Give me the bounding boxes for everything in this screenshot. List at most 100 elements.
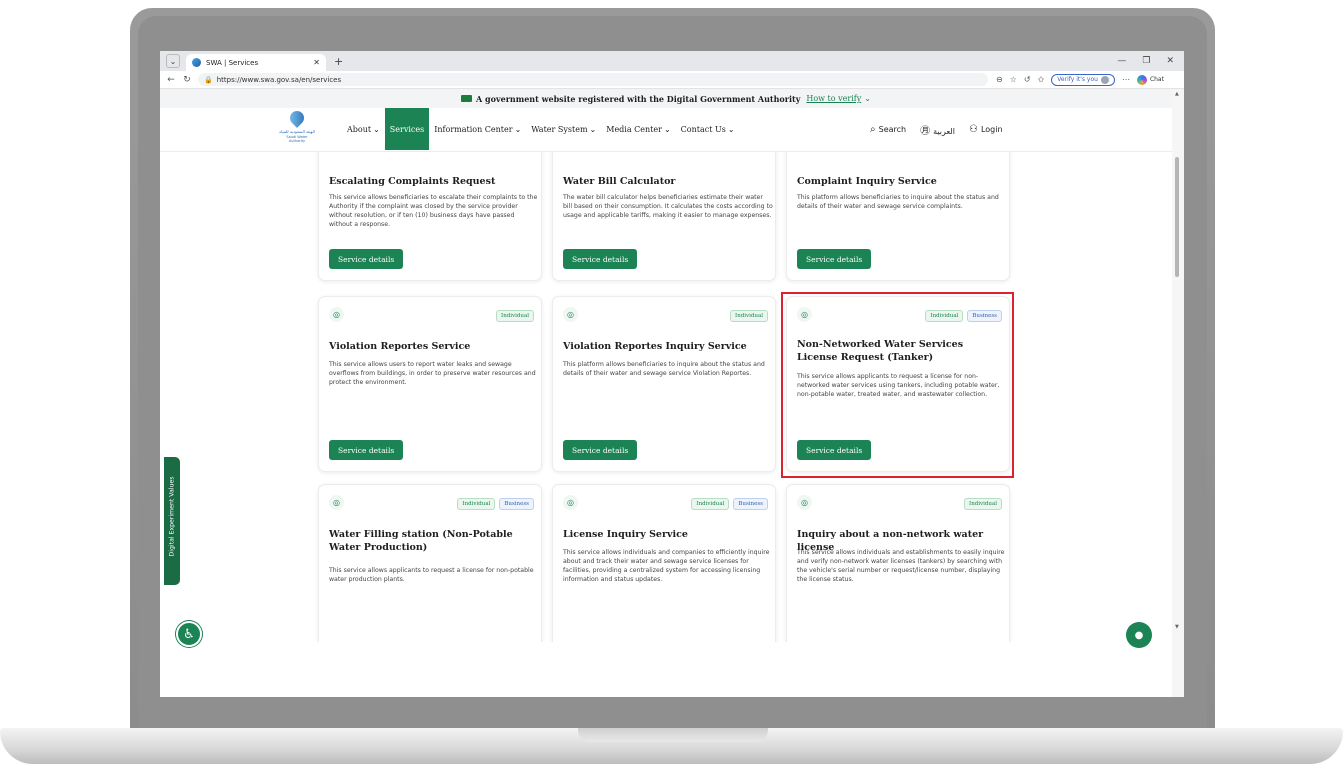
service-details-button[interactable]: Service details	[797, 249, 872, 269]
url-text: https://www.swa.gov.sa/en/services	[216, 75, 342, 84]
scroll-up-icon[interactable]: ▲	[1175, 91, 1179, 97]
language-button[interactable]: ㊊ العربية	[920, 122, 955, 137]
window-controls: — ❐ ✕	[1117, 56, 1174, 66]
site-info-icon[interactable]: 🔒	[204, 76, 213, 84]
service-card: ◎ Individual Violation Reportes Inquiry …	[552, 296, 776, 472]
close-window-icon[interactable]: ✕	[1166, 56, 1174, 66]
nav-information-center[interactable]: Information Center ⌄	[429, 108, 526, 150]
service-card: Water Bill Calculator The water bill cal…	[552, 152, 776, 281]
service-card: ◎ Individual Business Water Filling stat…	[318, 484, 542, 642]
new-tab-button[interactable]: +	[334, 55, 343, 68]
digital-experiment-tab[interactable]: Digital Experiment Values	[164, 457, 180, 585]
card-badges: Individual	[730, 310, 768, 322]
laptop-notch	[578, 728, 768, 742]
service-card: ◎ Individual Violation Reportes Service …	[318, 296, 542, 472]
tab-bar: ⌄ SWA | Services ✕ + — ❐ ✕	[160, 51, 1184, 71]
chevron-down-icon: ⌄	[663, 124, 671, 134]
reload-icon[interactable]: ↻	[182, 75, 192, 85]
how-to-verify-link[interactable]: How to verify	[806, 94, 861, 103]
more-icon[interactable]: ⋯	[1122, 75, 1130, 84]
web-page: A government website registered with the…	[160, 89, 1172, 697]
service-details-button[interactable]: Service details	[329, 440, 404, 460]
favorites-icon[interactable]: ✩	[1038, 75, 1045, 84]
header-actions: ⌕ Search ㊊ العربية ⚇ Login	[870, 108, 1003, 150]
service-details-button[interactable]: Service details	[563, 249, 638, 269]
card-description: This service allows individuals and comp…	[563, 549, 770, 583]
chevron-down-icon: ⌄	[589, 124, 597, 134]
service-card: Escalating Complaints Request This servi…	[318, 152, 542, 281]
card-description: This platform allows beneficiaries to in…	[797, 194, 999, 210]
nav-contact-us[interactable]: Contact Us ⌄	[676, 108, 740, 150]
copilot-icon	[1136, 74, 1147, 85]
scroll-thumb[interactable]	[1175, 157, 1179, 277]
swa-favicon-icon	[192, 58, 201, 67]
favorite-icon[interactable]: ☆	[1010, 75, 1017, 84]
nav-label: Services	[389, 124, 425, 134]
nav-water-system[interactable]: Water System ⌄	[526, 108, 601, 150]
toolbar-icons: ⊖ ☆ ↺ ✩ Verify it's you ⋯ Chat	[996, 73, 1164, 86]
card-title: Water Bill Calculator	[563, 176, 676, 187]
nav-label: Information Center	[434, 124, 513, 134]
individual-badge: Individual	[730, 310, 768, 322]
individual-badge: Individual	[691, 498, 730, 510]
accessibility-icon[interactable]: ♿	[176, 621, 202, 647]
refresh-extension-icon[interactable]: ↺	[1024, 75, 1031, 84]
saudi-flag-icon	[461, 95, 473, 102]
chevron-down-icon: ⌄	[373, 124, 380, 134]
chevron-down-icon[interactable]: ⌄	[864, 94, 871, 103]
browser-tab[interactable]: SWA | Services ✕	[186, 54, 326, 71]
address-bar-row: ← ↻ 🔒 https://www.swa.gov.sa/en/services…	[160, 71, 1184, 89]
gov-banner-text: A government website registered with the…	[476, 93, 801, 104]
service-card: ◎ Individual Inquiry about a non-network…	[786, 484, 1010, 642]
nav-label: About	[347, 124, 372, 134]
close-tab-icon[interactable]: ✕	[313, 58, 320, 67]
swa-logo[interactable]: الهيئة السعودية للمياه Saudi Water Autho…	[278, 108, 316, 147]
tab-title: SWA | Services	[206, 58, 259, 67]
zoom-icon[interactable]: ⊖	[996, 75, 1003, 84]
card-description: The water bill calculator helps benefici…	[563, 194, 773, 219]
service-details-button[interactable]: Service details	[563, 440, 638, 460]
search-button[interactable]: ⌕ Search	[870, 124, 906, 135]
site-header: الهيئة السعودية للمياه Saudi Water Autho…	[160, 108, 1172, 152]
card-title: Water Filling station (Non-Potable Water…	[329, 529, 513, 553]
card-description: This service allows beneficiaries to esc…	[329, 194, 538, 228]
service-details-button[interactable]: Service details	[329, 249, 404, 269]
card-badges: Individual	[496, 310, 534, 322]
card-title: License Inquiry Service	[563, 529, 688, 540]
login-label: Login	[980, 124, 1003, 134]
card-description: This service allows individuals and esta…	[797, 549, 1005, 583]
services-grid: Escalating Complaints Request This servi…	[160, 152, 1172, 642]
logo-text-ar: الهيئة السعودية للمياه	[279, 129, 315, 134]
login-button[interactable]: ⚇ Login	[969, 124, 1003, 135]
verify-profile-button[interactable]: Verify it's you	[1051, 73, 1115, 86]
back-icon[interactable]: ←	[166, 75, 176, 85]
url-field[interactable]: 🔒 https://www.swa.gov.sa/en/services	[198, 73, 988, 86]
nav-services[interactable]: Services	[384, 108, 430, 150]
nav-label: Media Center	[606, 124, 662, 134]
nav-label: Water System	[531, 124, 588, 134]
chevron-down-icon: ⌄	[727, 124, 735, 134]
nav-label: Contact Us	[680, 124, 726, 134]
side-tab-label: Digital Experiment Values	[168, 476, 176, 557]
gov-banner: A government website registered with the…	[160, 89, 1172, 108]
card-badges: Individual	[964, 498, 1002, 510]
page-scrollbar[interactable]: ▲ ▼	[1172, 89, 1184, 697]
water-drop-icon: ◎	[797, 495, 812, 510]
minimize-icon[interactable]: —	[1117, 56, 1126, 66]
chat-icon[interactable]: ●	[1126, 622, 1152, 648]
card-description: This platform allows beneficiaries to in…	[563, 361, 765, 377]
logo-text-en: Saudi Water Authority	[286, 135, 308, 143]
profile-avatar	[1100, 75, 1109, 84]
scroll-down-icon[interactable]: ▼	[1175, 624, 1179, 630]
nav-media-center[interactable]: Media Center ⌄	[601, 108, 675, 150]
search-icon: ⌕	[870, 123, 876, 135]
restore-icon[interactable]: ❐	[1142, 56, 1150, 66]
nav-about[interactable]: About ⌄	[342, 108, 385, 150]
individual-badge: Individual	[457, 498, 496, 510]
tab-actions-icon[interactable]: ⌄	[166, 54, 180, 68]
chevron-down-icon: ⌄	[514, 124, 522, 134]
card-title: Complaint Inquiry Service	[797, 176, 937, 187]
business-badge: Business	[499, 498, 534, 510]
language-label: العربية	[933, 126, 955, 136]
copilot-button[interactable]: Chat	[1136, 74, 1164, 85]
